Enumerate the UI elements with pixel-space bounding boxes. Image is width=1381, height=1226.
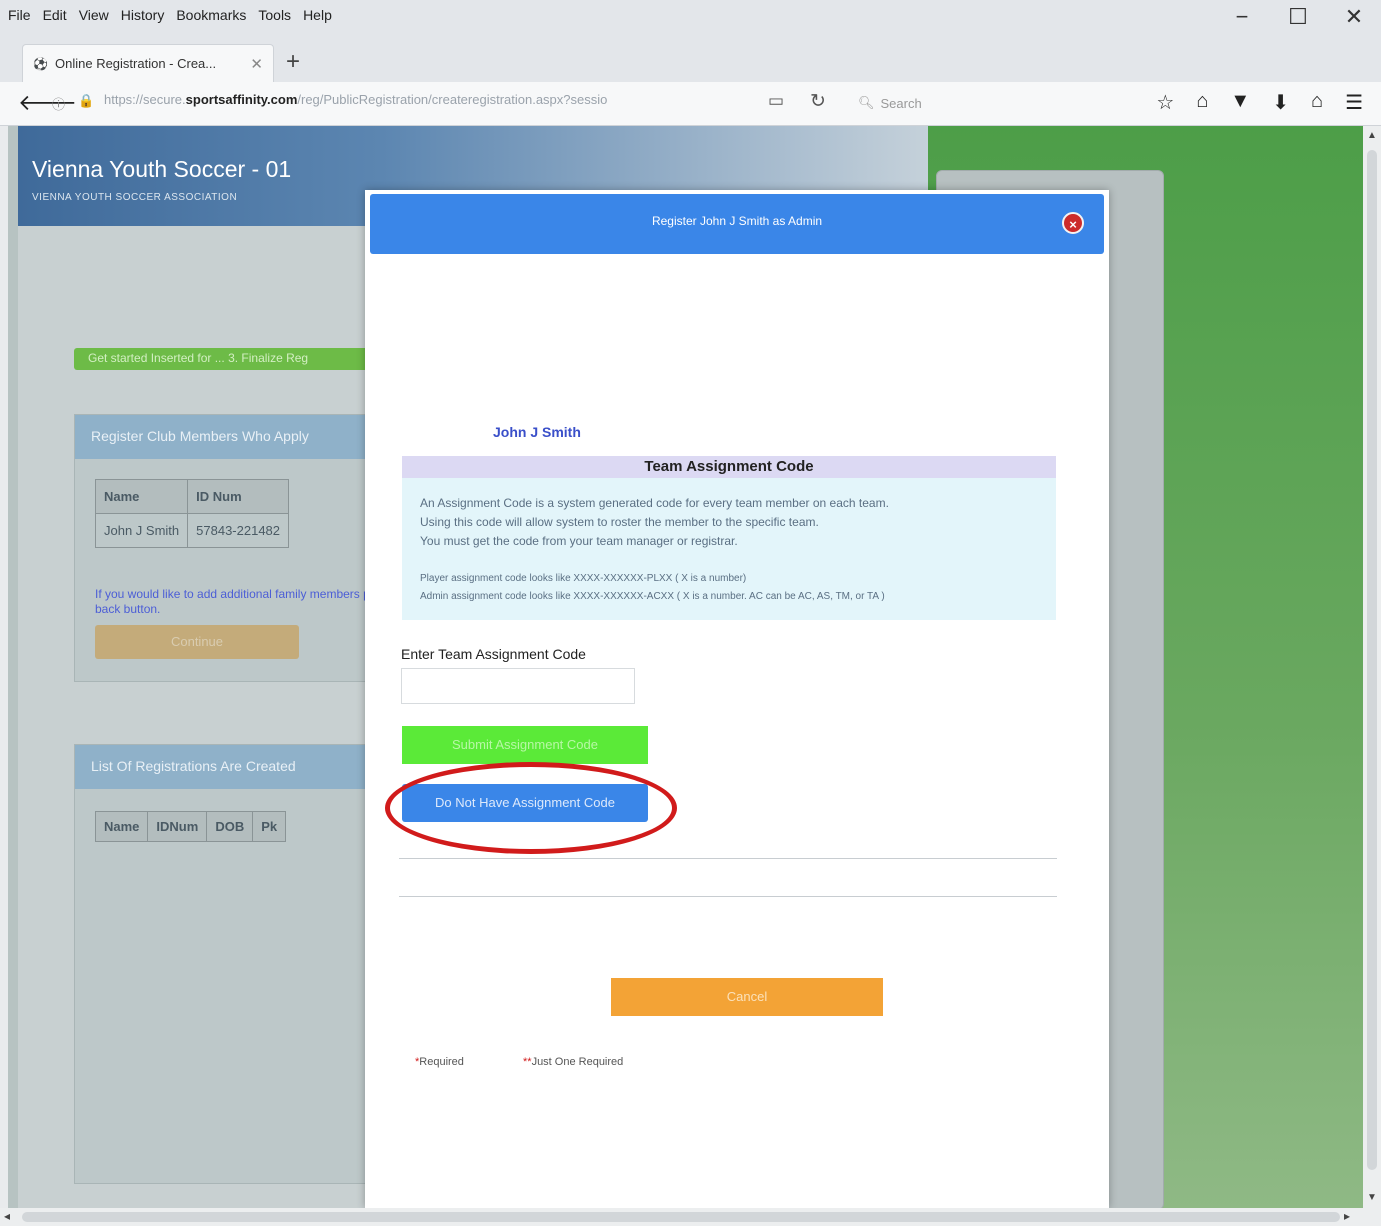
required-legend: *Required — [415, 1056, 464, 1068]
cancel-button[interactable]: Cancel — [611, 978, 883, 1016]
table-header-dob: DOB — [206, 811, 254, 842]
pocket-icon[interactable]: ▼ — [1230, 90, 1250, 115]
info-line: Admin assignment code looks like XXXX-XX… — [420, 591, 885, 602]
search-placeholder: Search — [880, 95, 922, 111]
tab-strip: ⚽ Online Registration - Crea... ✕ + — [0, 36, 1381, 82]
search-box[interactable]: 🔍︎ Search — [848, 90, 1088, 116]
scroll-down-arrow-icon[interactable]: ▼ — [1367, 1192, 1377, 1203]
reader-view-icon[interactable]: ▭ — [768, 91, 784, 111]
table-row: John J Smith 57843-221482 — [94, 513, 290, 548]
url-prefix: https://secure. — [104, 92, 186, 107]
player-name: John J Smith — [493, 424, 581, 440]
scroll-up-arrow-icon[interactable]: ▲ — [1367, 130, 1377, 141]
table-header-name: Name — [94, 811, 149, 842]
menu-help[interactable]: Help — [303, 7, 332, 23]
assignment-info-box: Team Assignment Code An Assignment Code … — [402, 456, 1056, 620]
maximize-button[interactable]: ☐ — [1285, 4, 1311, 30]
continue-button[interactable]: Continue — [95, 625, 299, 659]
site-title: Vienna Youth Soccer - 01 — [32, 156, 292, 182]
vertical-scrollbar[interactable]: ▲ ▼ — [1363, 126, 1381, 1208]
menu-bar: File Edit View History Bookmarks Tools H… — [0, 0, 1381, 36]
table-header-pk: Pk — [252, 811, 287, 842]
dialog-title: Register John J Smith as Admin — [651, 214, 823, 228]
hamburger-menu-icon[interactable]: ☰ — [1345, 90, 1363, 115]
table-header-name: Name — [94, 479, 189, 514]
members-table: Name ID Num John J Smith 57843-221482 — [94, 479, 290, 548]
horizontal-scroll-thumb[interactable] — [22, 1212, 1340, 1222]
page-content: Vienna Youth Soccer - 01 VIENNA YOUTH SO… — [8, 126, 1363, 1208]
info-line: You must get the code from your team man… — [420, 534, 738, 548]
scroll-right-arrow-icon[interactable]: ▸ — [1344, 1209, 1350, 1223]
table-header-idnum: IDNum — [147, 811, 208, 842]
table-cell-name: John J Smith — [94, 513, 189, 548]
library-icon[interactable]: ⌂ — [1196, 90, 1208, 115]
new-tab-button[interactable]: + — [286, 48, 300, 76]
scroll-left-arrow-icon[interactable]: ◂ — [4, 1209, 10, 1223]
menu-history[interactable]: History — [121, 7, 165, 23]
site-favicon-icon: ⚽ — [33, 56, 48, 71]
url-suffix: /reg/PublicRegistration/createregistrati… — [297, 92, 608, 107]
navigation-bar: 🡐 ⓘ 🔒 https://secure.sportsaffinity.com/… — [0, 82, 1381, 126]
url-domain: sportsaffinity.com — [185, 92, 298, 107]
just-one-legend: **Just One Required — [523, 1056, 624, 1068]
divider — [399, 858, 1057, 859]
close-dialog-icon[interactable]: × — [1062, 212, 1084, 234]
bookmark-star-icon[interactable]: ☆ — [1156, 90, 1174, 115]
horizontal-scrollbar[interactable]: ◂ ▸ — [0, 1208, 1381, 1226]
search-icon: 🔍︎ — [858, 95, 875, 110]
back-arrow-icon[interactable]: 🡐 — [18, 90, 77, 116]
tab-title: Online Registration - Crea... — [55, 56, 217, 71]
url-bar[interactable]: https://secure.sportsaffinity.com/reg/Pu… — [104, 92, 754, 107]
minimize-button[interactable]: − — [1229, 4, 1255, 30]
info-line: Player assignment code looks like XXXX-X… — [420, 573, 747, 584]
code-field-label: Enter Team Assignment Code — [401, 646, 586, 662]
menu-edit[interactable]: Edit — [43, 7, 67, 23]
tab-online-registration[interactable]: ⚽ Online Registration - Crea... ✕ — [22, 44, 274, 82]
required-legend-text: Required — [419, 1056, 464, 1068]
info-icon[interactable]: ⓘ — [52, 94, 65, 113]
download-icon[interactable]: ⬇ — [1272, 90, 1289, 115]
menu-bookmarks[interactable]: Bookmarks — [176, 7, 246, 23]
site-subtitle: VIENNA YOUTH SOCCER ASSOCIATION — [32, 192, 238, 203]
browser-window: File Edit View History Bookmarks Tools H… — [0, 0, 1381, 1226]
vertical-scroll-thumb[interactable] — [1367, 150, 1377, 1170]
assignment-code-input[interactable] — [401, 668, 635, 704]
table-header-id: ID Num — [187, 479, 290, 514]
menu-tools[interactable]: Tools — [258, 7, 291, 23]
info-line: An Assignment Code is a system generated… — [420, 496, 889, 510]
info-title: Team Assignment Code — [402, 456, 1056, 478]
lock-icon[interactable]: 🔒 — [78, 93, 94, 109]
menu-file[interactable]: File — [8, 7, 31, 23]
reload-icon[interactable]: ↻ — [810, 90, 826, 113]
home-icon[interactable]: ⌂ — [1311, 90, 1323, 115]
assignment-code-dialog: Register John J Smith as Admin × John J … — [365, 190, 1109, 1208]
tab-close-icon[interactable]: ✕ — [250, 55, 263, 73]
table-cell-id: 57843-221482 — [187, 513, 290, 548]
close-window-button[interactable]: ✕ — [1341, 4, 1367, 30]
dialog-header: Register John J Smith as Admin × — [370, 194, 1104, 254]
menu-view[interactable]: View — [79, 7, 109, 23]
info-line: Using this code will allow system to ros… — [420, 515, 819, 529]
submit-code-button[interactable]: Submit Assignment Code — [402, 726, 648, 764]
divider — [399, 896, 1057, 897]
red-highlight-circle — [385, 762, 677, 854]
just-one-legend-text: Just One Required — [531, 1056, 624, 1068]
registrations-table: Name IDNum DOB Pk — [94, 811, 287, 842]
